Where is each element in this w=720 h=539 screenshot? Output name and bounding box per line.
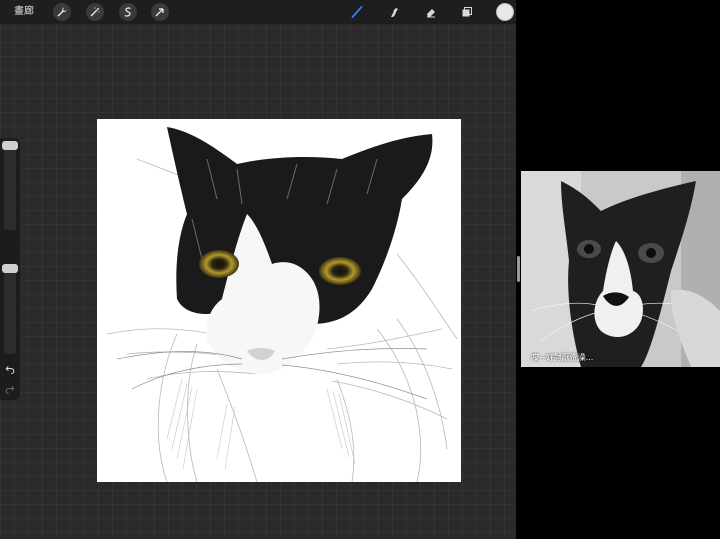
reference-photo: 哎~好討厭洗澡...: [521, 171, 720, 367]
layers-icon[interactable]: [458, 3, 476, 21]
right-eye: [319, 257, 361, 285]
selection-s-icon[interactable]: [119, 3, 137, 21]
undo-icon[interactable]: [3, 362, 17, 376]
magic-wand-icon[interactable]: [86, 3, 104, 21]
redo-icon[interactable]: [3, 382, 17, 396]
gallery-button[interactable]: 畫廊: [14, 4, 34, 20]
brush-size-slider[interactable]: [4, 142, 16, 230]
brush-size-thumb[interactable]: [2, 141, 18, 150]
photo-caption: 哎~好討厭洗澡...: [531, 353, 594, 362]
opacity-slider[interactable]: [4, 264, 16, 354]
paintbrush-icon[interactable]: [348, 3, 366, 21]
opacity-thumb[interactable]: [2, 264, 18, 273]
left-eye: [199, 250, 239, 278]
workspace: 畫廊: [0, 0, 516, 539]
smudge-finger-icon[interactable]: [385, 3, 403, 21]
top-toolbar: 畫廊: [0, 0, 516, 24]
cat-photo: [521, 171, 720, 367]
split-view-handle[interactable]: [517, 256, 520, 282]
left-sidebar: [0, 138, 20, 400]
color-swatch[interactable]: [496, 3, 514, 21]
hatching: [166, 378, 356, 470]
cat-drawing: [106, 127, 458, 482]
arrow-cursor-icon[interactable]: [151, 3, 169, 21]
drawing-canvas[interactable]: [97, 119, 461, 482]
eraser-icon[interactable]: [422, 3, 440, 21]
wrench-icon[interactable]: [53, 3, 71, 21]
